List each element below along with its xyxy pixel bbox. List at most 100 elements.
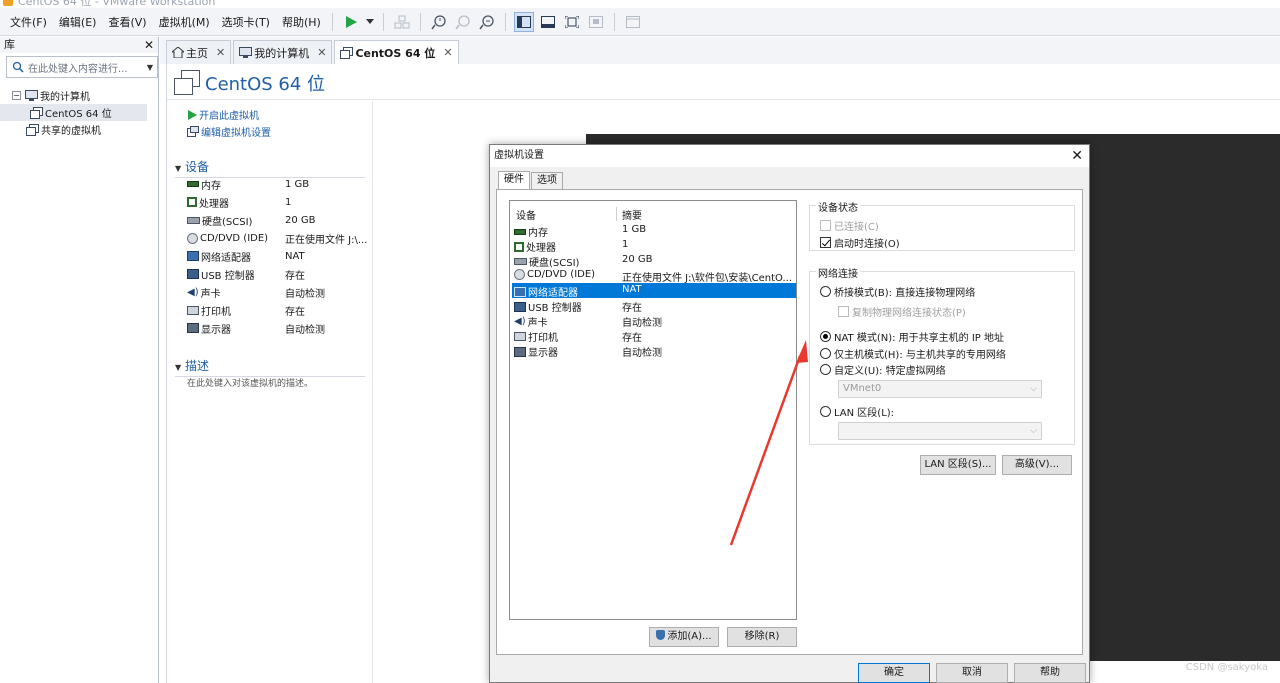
tab-options[interactable]: 选项: [531, 172, 563, 190]
radio-button[interactable]: [820, 406, 831, 417]
snapshot-button[interactable]: [429, 12, 449, 32]
revert-snapshot-button[interactable]: [453, 12, 473, 32]
device-name: 显示器: [201, 324, 231, 336]
device-name: 内存: [201, 180, 221, 192]
library-panel: 库 ✕ 在此处键入内容进行... ▼ − 我的计算机 CentOS 64 位 共…: [0, 37, 159, 683]
device-row-memory[interactable]: 内存 1 GB: [187, 175, 367, 193]
radio-button[interactable]: [820, 331, 831, 342]
close-icon[interactable]: ✕: [317, 46, 326, 59]
menu-vm[interactable]: 虚拟机(M): [154, 14, 215, 30]
usb-icon: [187, 269, 199, 279]
close-icon[interactable]: ✕: [443, 46, 452, 59]
close-icon[interactable]: ✕: [216, 46, 225, 59]
remove-device-button[interactable]: 移除(R): [727, 627, 797, 647]
radio-label: LAN 区段(L):: [834, 408, 895, 419]
radio-button[interactable]: [820, 364, 831, 375]
connect-at-power-on-checkbox[interactable]: 启动时连接(O): [820, 235, 900, 250]
custom-radio[interactable]: 自定义(U): 特定虚拟网络: [820, 362, 946, 377]
device-row-sound[interactable]: ◀) 声卡 自动检测: [187, 283, 367, 301]
fullscreen-button[interactable]: [562, 12, 582, 32]
tab-bar: 主页 ✕ 我的计算机 ✕ CentOS 64 位 ✕: [166, 40, 461, 64]
device-row-cpu[interactable]: 处理器 1: [187, 193, 367, 211]
send-keys-button[interactable]: [392, 12, 412, 32]
radio-button[interactable]: [820, 286, 831, 297]
library-search-input[interactable]: 在此处键入内容进行... ▼: [6, 56, 158, 78]
description-placeholder[interactable]: 在此处键入对该虚拟机的描述。: [187, 376, 313, 389]
tab-label: 我的计算机: [254, 46, 310, 60]
close-icon[interactable]: ✕: [1071, 145, 1083, 167]
power-on-link[interactable]: 开启此虚拟机: [187, 107, 259, 122]
close-icon[interactable]: ✕: [144, 37, 154, 53]
menu-view[interactable]: 查看(V): [103, 14, 151, 30]
column-device[interactable]: 设备: [516, 207, 536, 222]
library-layout-icon: [516, 15, 531, 28]
device-row-network[interactable]: 网络适配器 NAT: [187, 247, 367, 265]
menu-file[interactable]: 文件(F): [5, 14, 52, 30]
lan-segments-button[interactable]: LAN 区段(S)...: [920, 455, 996, 475]
device-list[interactable]: 设备 摘要 内存 1 GB 处理器 1 硬盘(SCSI) 20 GB CD/DV…: [509, 200, 797, 620]
list-item[interactable]: ◀) 声卡 自动检测: [512, 313, 796, 329]
thumbnail-layout-icon: [540, 15, 555, 28]
device-row-display[interactable]: 显示器 自动检测: [187, 319, 367, 337]
dialog-tabs: 硬件 选项: [498, 171, 564, 190]
checkbox-box[interactable]: [820, 237, 831, 248]
list-item[interactable]: 处理器 1: [512, 238, 796, 254]
device-value: 存在: [285, 270, 305, 282]
list-item-name: 显示器: [528, 348, 558, 359]
device-row-cd[interactable]: CD/DVD (IDE) 正在使用文件 J:\...: [187, 229, 367, 247]
menu-help[interactable]: 帮助(H): [277, 14, 326, 30]
menu-edit[interactable]: 编辑(E): [54, 14, 102, 30]
list-item[interactable]: 硬盘(SCSI) 20 GB: [512, 253, 796, 269]
list-item[interactable]: 内存 1 GB: [512, 223, 796, 239]
checkbox-label: 已连接(C): [834, 222, 879, 233]
list-item-value: 20 GB: [622, 254, 653, 265]
snapshot-manager-button[interactable]: [477, 12, 497, 32]
lan-segment-radio[interactable]: LAN 区段(L):: [820, 404, 894, 419]
list-item-value: 正在使用文件 J:\软件包\安装\CentO...: [622, 273, 792, 284]
show-library-button[interactable]: [513, 11, 534, 32]
tree-item-shared-vms[interactable]: 共享的虚拟机: [26, 121, 147, 138]
list-item[interactable]: USB 控制器 存在: [512, 298, 796, 314]
list-item-selected[interactable]: 网络适配器 NAT: [512, 283, 796, 299]
vm-icon: [340, 46, 354, 59]
tree-item-centos[interactable]: CentOS 64 位: [0, 104, 147, 121]
radio-button[interactable]: [820, 348, 831, 359]
host-only-radio[interactable]: 仅主机模式(H): 与主机共享的专用网络: [820, 346, 1006, 361]
list-item[interactable]: 打印机 存在: [512, 328, 796, 344]
console-view-button[interactable]: [623, 12, 643, 32]
toolbar-separator: [613, 12, 615, 31]
device-row-usb[interactable]: USB 控制器 存在: [187, 265, 367, 283]
thumbnail-bar-button[interactable]: [538, 12, 558, 32]
cancel-button[interactable]: 取消: [936, 663, 1008, 683]
description-section-header[interactable]: ▼ 描述: [175, 357, 365, 377]
device-row-printer[interactable]: 打印机 存在: [187, 301, 367, 319]
tree-item-my-computer[interactable]: − 我的计算机: [12, 87, 147, 104]
list-item-value: 1 GB: [622, 224, 647, 235]
unity-button[interactable]: [586, 12, 606, 32]
search-placeholder: 在此处键入内容进行...: [28, 63, 128, 75]
ok-button[interactable]: 确定: [858, 663, 930, 683]
add-device-button[interactable]: 添加(A)...: [649, 627, 719, 647]
tab-my-computer[interactable]: 我的计算机 ✕: [233, 40, 333, 64]
chevron-down-icon[interactable]: ▼: [147, 63, 153, 72]
advanced-button[interactable]: 高级(V)...: [1002, 455, 1072, 475]
tab-centos[interactable]: CentOS 64 位 ✕: [334, 40, 459, 64]
list-item[interactable]: CD/DVD (IDE) 正在使用文件 J:\软件包\安装\CentO...: [512, 268, 796, 284]
nat-radio[interactable]: NAT 模式(N): 用于共享主机的 IP 地址: [820, 329, 1004, 344]
device-row-disk[interactable]: 硬盘(SCSI) 20 GB: [187, 211, 367, 229]
edit-settings-link[interactable]: 编辑虚拟机设置: [187, 124, 271, 139]
list-item[interactable]: 显示器 自动检测: [512, 343, 796, 359]
column-summary[interactable]: 摘要: [622, 207, 642, 222]
collapse-icon[interactable]: −: [12, 91, 21, 100]
help-button[interactable]: 帮助: [1014, 663, 1086, 683]
bridged-radio[interactable]: 桥接模式(B): 直接连接物理网络: [820, 284, 975, 299]
home-icon: [172, 47, 184, 58]
power-on-button[interactable]: [341, 12, 361, 32]
power-dropdown-button[interactable]: [365, 12, 375, 32]
tab-hardware[interactable]: 硬件: [498, 171, 530, 190]
menu-tabs[interactable]: 选项卡(T): [217, 14, 275, 30]
tab-home[interactable]: 主页 ✕: [166, 40, 232, 64]
tab-label: 主页: [186, 46, 208, 60]
chevron-down-icon: ⌵: [1030, 426, 1037, 436]
vm-details-column: 开启此虚拟机 编辑虚拟机设置 ▼ 设备 内存 1 GB 处理器 1 硬盘(SCS…: [167, 101, 373, 683]
